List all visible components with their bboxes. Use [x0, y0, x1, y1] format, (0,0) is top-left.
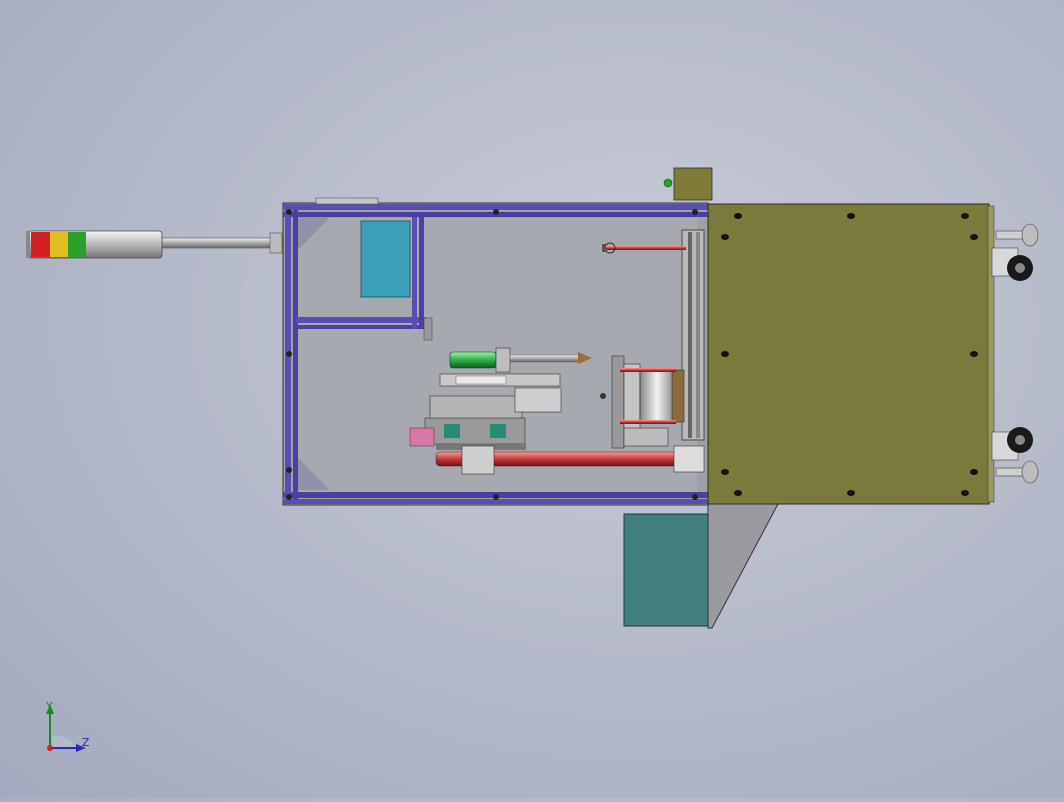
axis-label-y: Y: [46, 700, 53, 713]
signal-light-green: [68, 232, 86, 257]
signal-tower[interactable]: [26, 230, 283, 259]
axis-label-z: Z: [82, 736, 90, 749]
signal-light-red: [31, 232, 50, 257]
top-junction-box[interactable]: [663, 167, 713, 201]
cyan-cover-plate[interactable]: [360, 220, 411, 298]
olive-side-panel[interactable]: [707, 203, 995, 505]
signal-light-yellow: [50, 232, 68, 257]
vertical-guide[interactable]: [681, 229, 705, 441]
cad-viewport[interactable]: Y Z: [0, 0, 1064, 798]
discharge-chute[interactable]: [707, 503, 779, 629]
caster-bottom[interactable]: [991, 427, 1039, 484]
caster-top[interactable]: [991, 223, 1039, 281]
cad-model-svg[interactable]: [0, 0, 1064, 798]
collection-tank[interactable]: [623, 513, 709, 627]
